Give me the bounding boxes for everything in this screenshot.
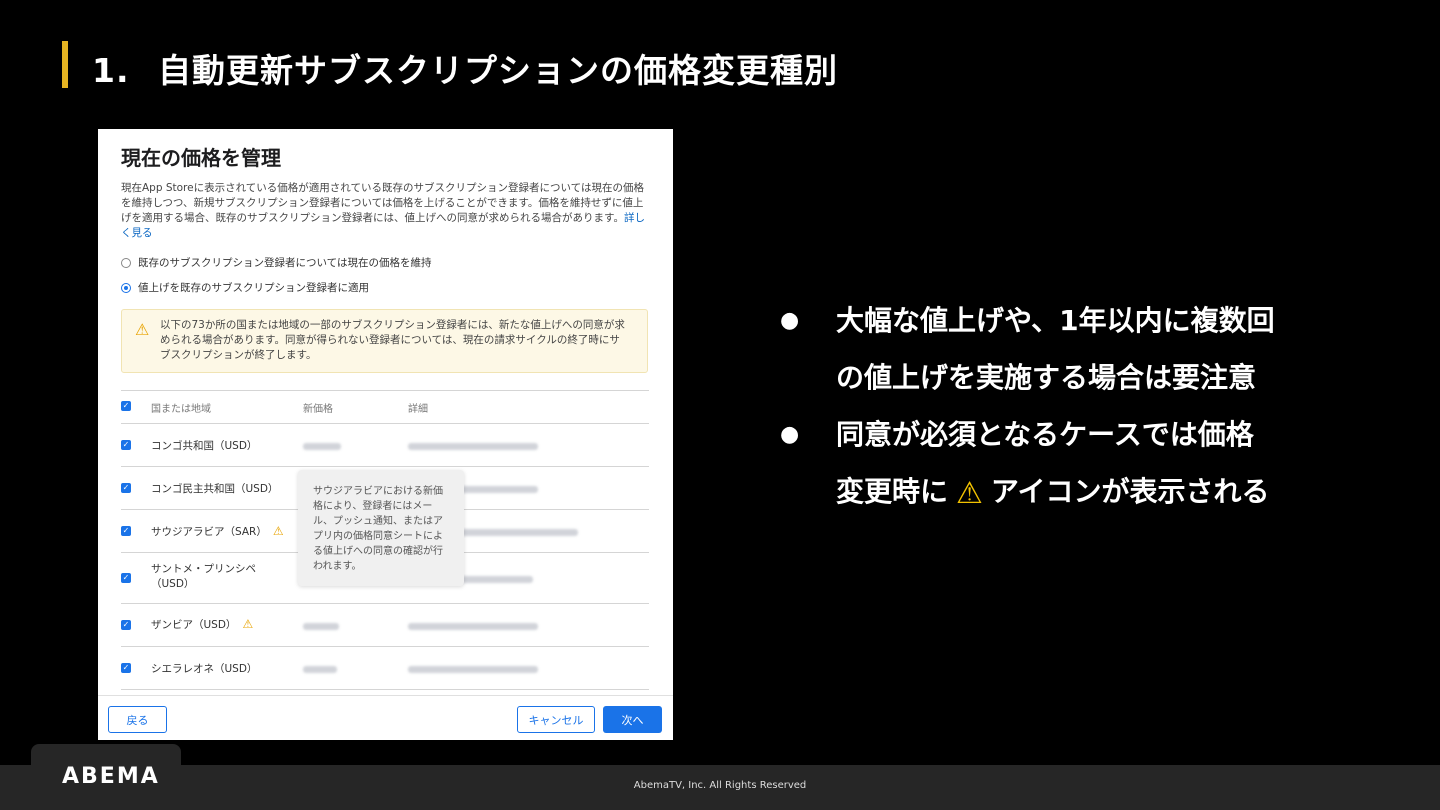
radio-apply-label: 値上げを既存のサブスクリプション登録者に適用 <box>138 282 369 294</box>
row-price-redacted <box>303 664 337 676</box>
table-row: ✓ シエラレオネ（USD） <box>121 647 649 690</box>
slide-title-text: 自動更新サブスクリプションの価格変更種別 <box>158 51 838 90</box>
row-price-redacted <box>303 621 339 633</box>
warning-icon[interactable]: ⚠ <box>242 617 253 631</box>
panel-title: 現在の価格を管理 <box>121 146 281 170</box>
row-detail-redacted <box>408 664 538 676</box>
header-detail: 詳細 <box>408 404 428 415</box>
next-button[interactable]: 次へ <box>603 706 662 733</box>
row-detail-redacted <box>408 621 538 633</box>
warning-icon: ⚠ <box>135 320 150 339</box>
row-country: サウジアラビア（SAR） <box>151 526 267 538</box>
radio-apply-increase[interactable]: 値上げを既存のサブスクリプション登録者に適用 <box>121 280 369 295</box>
warning-text: 以下の73か所の国または地域の一部のサブスクリプション登録者には、新たな値上げへ… <box>160 319 625 361</box>
bullet-item: ● 大幅な値上げや、1年以内に複数回 の値上げを実施する場合は要注意 <box>780 292 1380 406</box>
slide-number: 1. <box>92 51 130 90</box>
bullet-text: アイコンが表示される <box>990 475 1270 508</box>
bullet-line: 大幅な値上げや、1年以内に複数回 <box>836 304 1275 337</box>
warning-icon: ⚠ <box>956 475 983 511</box>
row-country: コンゴ共和国（USD） <box>151 440 258 452</box>
row-country: サントメ・プリンシペ （USD） <box>151 563 256 590</box>
radio-keep-price[interactable]: 既存のサブスクリプション登録者については現在の価格を維持 <box>121 255 431 270</box>
row-checkbox[interactable]: ✓ <box>121 526 131 536</box>
row-detail-redacted <box>408 441 538 453</box>
row-checkbox[interactable]: ✓ <box>121 440 131 450</box>
row-checkbox[interactable]: ✓ <box>121 483 131 493</box>
panel-description: 現在App Storeに表示されている価格が適用されている既存のサブスクリプショ… <box>121 181 651 241</box>
row-checkbox[interactable]: ✓ <box>121 620 131 630</box>
bullet-text: 変更時に <box>836 475 949 508</box>
row-checkbox[interactable]: ✓ <box>121 663 131 673</box>
table-header: ✓ 国または地域 新価格 詳細 <box>121 391 649 424</box>
bullet-line: の値上げを実施する場合は要注意 <box>836 361 1257 394</box>
row-country-with-warning: サウジアラビア（SAR） ⚠ <box>151 524 284 539</box>
warning-icon[interactable]: ⚠ <box>273 524 284 538</box>
row-country: シエラレオネ（USD） <box>151 663 258 675</box>
bullet-dot: ● <box>780 422 800 447</box>
back-button[interactable]: 戻る <box>108 706 167 733</box>
table-row: ✓ コンゴ共和国（USD） <box>121 424 649 467</box>
copyright-text: AbemaTV, Inc. All Rights Reserved <box>633 780 807 791</box>
cancel-button[interactable]: キャンセル <box>517 706 595 733</box>
bullet-list: ● 大幅な値上げや、1年以内に複数回 の値上げを実施する場合は要注意 ● 同意が… <box>780 292 1380 522</box>
price-consent-tooltip: サウジアラビアにおける新価格により、登録者にはメール、プッシュ通知、またはアプリ… <box>298 470 464 586</box>
header-new-price: 新価格 <box>303 404 333 415</box>
bullet-item: ● 同意が必須となるケースでは価格 変更時に ⚠ アイコンが表示される <box>780 406 1380 522</box>
row-country-with-warning: ザンビア（USD） ⚠ <box>151 617 253 632</box>
header-country: 国または地域 <box>151 404 211 415</box>
row-country: ザンビア（USD） <box>151 619 237 631</box>
row-country: コンゴ民主共和国（USD） <box>151 483 279 495</box>
panel-footer: 戻る キャンセル 次へ <box>98 695 673 740</box>
tooltip-text: サウジアラビアにおける新価格により、登録者にはメール、プッシュ通知、またはアプリ… <box>313 486 443 572</box>
row-checkbox[interactable]: ✓ <box>121 573 131 583</box>
manage-price-panel: 現在の価格を管理 現在App Storeに表示されている価格が適用されている既存… <box>98 129 673 740</box>
title-accent-bar <box>62 41 68 88</box>
bullet-dot: ● <box>780 308 800 333</box>
row-price-redacted <box>303 441 341 453</box>
bullet-line: 同意が必須となるケースでは価格 <box>836 418 1254 451</box>
bullet-line: 変更時に ⚠ アイコンが表示される <box>836 463 1380 522</box>
warning-notice: ⚠ 以下の73か所の国または地域の一部のサブスクリプション登録者には、新たな値上… <box>121 309 648 373</box>
radio-unselected-icon[interactable] <box>121 257 131 268</box>
radio-keep-label: 既存のサブスクリプション登録者については現在の価格を維持 <box>138 257 432 269</box>
slide-title: 1. 自動更新サブスクリプションの価格変更種別 <box>92 44 838 92</box>
description-text: 現在App Storeに表示されている価格が適用されている既存のサブスクリプショ… <box>121 182 644 224</box>
select-all-checkbox[interactable]: ✓ <box>121 401 131 411</box>
table-row: ✓ ザンビア（USD） ⚠ <box>121 604 649 647</box>
radio-selected-icon[interactable] <box>121 282 131 293</box>
